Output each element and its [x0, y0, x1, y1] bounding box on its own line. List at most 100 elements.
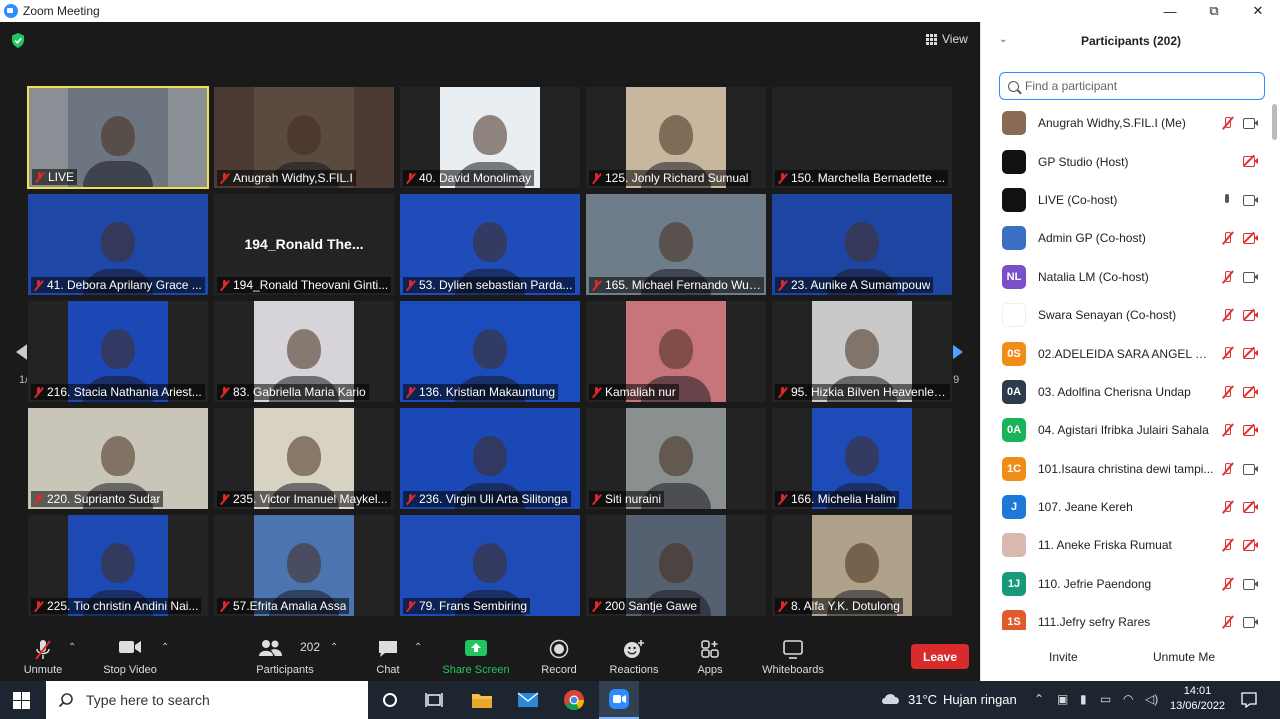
participant-row[interactable]: 0A 03. Adolfina Cherisna Undap — [981, 373, 1271, 411]
task-view-icon[interactable] — [414, 681, 454, 719]
stop-video-label: Stop Video — [103, 664, 157, 676]
video-tile[interactable]: Siti nuraini — [585, 407, 767, 510]
avatar: 1S — [1002, 610, 1026, 630]
tile-participant-name: Siti nuraini — [605, 492, 662, 506]
video-options-caret-icon[interactable]: ⌃ — [161, 642, 169, 653]
video-tile[interactable]: 235. Victor Imanuel Maykel... — [213, 407, 395, 510]
whiteboards-button[interactable]: Whiteboards — [756, 632, 830, 681]
whiteboards-label: Whiteboards — [762, 664, 824, 676]
close-button[interactable]: ✕ — [1236, 0, 1280, 22]
volume-icon[interactable]: ◁) — [1145, 692, 1158, 706]
view-button[interactable]: View — [926, 32, 968, 46]
wifi-icon[interactable]: ◠ — [1123, 692, 1133, 706]
stop-video-button[interactable]: Stop Video — [98, 632, 162, 681]
participant-row[interactable]: 1C 101.Isaura christina dewi tampi... — [981, 450, 1271, 488]
cortana-circle-icon[interactable] — [370, 681, 410, 719]
battery-icon[interactable]: ▭ — [1100, 692, 1111, 706]
muted-mic-icon — [592, 172, 601, 184]
video-tile[interactable]: 79. Frans Sembiring — [399, 514, 581, 617]
restore-button[interactable]: ⧉ — [1192, 0, 1236, 22]
invite-button[interactable]: Invite — [1049, 650, 1078, 664]
reactions-button[interactable]: Reactions — [606, 632, 662, 681]
participant-row[interactable]: 0A 04. Agistari Ifribka Julairi Sahala — [981, 411, 1271, 449]
video-tile[interactable]: 225. Tio christin Andini Nai... — [27, 514, 209, 617]
participant-search-box[interactable] — [999, 72, 1265, 100]
video-tile[interactable]: Anugrah Widhy,S.FIL.I — [213, 86, 395, 189]
taskbar-search-box[interactable] — [46, 681, 368, 719]
video-tile[interactable]: 40. David Monolimay — [399, 86, 581, 189]
participant-row[interactable]: NL Natalia LM (Co-host) — [981, 258, 1271, 296]
windows-start-icon[interactable] — [13, 692, 30, 709]
file-explorer-icon[interactable] — [462, 681, 502, 719]
video-tile[interactable]: Kamaliah nur — [585, 300, 767, 403]
participant-search-input[interactable] — [1025, 79, 1245, 93]
video-tile[interactable]: 23. Aunike A Sumampouw — [771, 193, 953, 296]
tile-display-name: 194_Ronald The... — [244, 236, 364, 252]
participant-row[interactable]: J 107. Jeane Kereh — [981, 488, 1271, 526]
security-shield-icon[interactable] — [11, 33, 25, 48]
participants-options-caret-icon[interactable]: ⌃ — [330, 642, 338, 653]
video-tile[interactable]: 41. Debora Aprilany Grace ... — [27, 193, 209, 296]
weather-widget[interactable]: 31°C Hujan ringan — [880, 691, 1017, 707]
participants-button[interactable]: 202 Participants — [253, 632, 320, 681]
zoom-logo-icon — [4, 4, 18, 18]
video-tile[interactable]: 216. Stacia Nathania Ariest... — [27, 300, 209, 403]
muted-mic-icon — [592, 386, 601, 398]
chrome-browser-icon[interactable] — [554, 681, 594, 719]
participant-row[interactable]: Admin GP (Co-host) — [981, 219, 1271, 257]
taskbar-clock[interactable]: 14:01 13/06/2022 — [1170, 684, 1225, 714]
video-tile[interactable]: 57.Efrita Amalia Assa — [213, 514, 395, 617]
tray-network-device-icon[interactable]: ▣ — [1057, 692, 1068, 706]
video-tile[interactable]: 136. Kristian Makauntung — [399, 300, 581, 403]
mail-icon[interactable] — [508, 681, 548, 719]
tile-participant-name: 79. Frans Sembiring — [419, 599, 528, 613]
unmute-button[interactable]: Unmute — [18, 632, 68, 681]
video-tile[interactable]: 236. Virgin Uli Arta Silitonga — [399, 407, 581, 510]
share-screen-label: Share Screen — [442, 664, 510, 676]
video-tile[interactable]: 125. Jonly Richard Sumual — [585, 86, 767, 189]
video-tile[interactable]: 165. Michael Fernando Wui... — [585, 193, 767, 296]
video-tile[interactable]: 83. Gabriella Maria Kario — [213, 300, 395, 403]
muted-mic-icon — [1221, 231, 1233, 245]
participant-video — [68, 88, 168, 187]
participant-row[interactable]: 0S 02.ADELEIDA SARA ANGEL MA... — [981, 334, 1271, 372]
video-tile[interactable]: 150. Marchella Bernadette ... — [771, 86, 953, 189]
muted-mic-icon — [1221, 423, 1233, 437]
video-tile[interactable]: 220. Suprianto Sudar — [27, 407, 209, 510]
record-button[interactable]: Record — [533, 632, 585, 681]
participant-row[interactable]: Swara Senayan (Co-host) — [981, 296, 1271, 334]
tray-chevron-icon[interactable]: ⌃ — [1034, 692, 1044, 706]
reactions-smiley-icon — [624, 640, 644, 658]
share-screen-button[interactable]: Share Screen — [440, 632, 512, 681]
chat-button[interactable]: Chat — [366, 632, 410, 681]
taskbar-search-input[interactable] — [86, 692, 346, 708]
video-tile[interactable]: 194_Ronald The... 194_Ronald Theovani Gin… — [213, 193, 395, 296]
tray-usb-icon[interactable]: ▮ — [1080, 692, 1087, 706]
video-tile[interactable]: 95. Hizkia Bilven Heavenley... — [771, 300, 953, 403]
zoom-taskbar-icon[interactable] — [599, 681, 639, 719]
video-tile[interactable]: 200 Santje Gawe — [585, 514, 767, 617]
participant-row[interactable]: GP Studio (Host) — [981, 142, 1271, 180]
participant-row[interactable]: LIVE (Co-host) — [981, 181, 1271, 219]
participant-row[interactable]: 1S 111.Jefry sefry Rares — [981, 603, 1271, 630]
leave-button[interactable]: Leave — [911, 644, 969, 669]
participant-row[interactable]: Anugrah Widhy,S.FIL.I (Me) — [981, 104, 1271, 142]
minimize-button[interactable]: — — [1148, 0, 1192, 22]
notification-center-icon[interactable] — [1240, 691, 1258, 709]
apps-button[interactable]: Apps — [690, 632, 730, 681]
muted-mic-icon — [778, 386, 787, 398]
video-tile[interactable]: 53. Dylien sebastian Parda... — [399, 193, 581, 296]
video-tile[interactable]: LIVE — [27, 86, 209, 189]
video-tile[interactable]: 8. Alfa Y.K. Dotulong — [771, 514, 953, 617]
video-tile[interactable]: 166. Michelia Halim — [771, 407, 953, 510]
participant-row[interactable]: 1J 110. Jefrie Paendong — [981, 565, 1271, 603]
participant-list-scrollbar[interactable] — [1272, 104, 1277, 140]
avatar: 0S — [1002, 341, 1026, 366]
chat-options-caret-icon[interactable]: ⌃ — [414, 642, 422, 653]
participant-silhouette — [845, 543, 879, 584]
participant-row[interactable]: 11. Aneke Friska Rumuat — [981, 526, 1271, 564]
tile-participant-name: 236. Virgin Uli Arta Silitonga — [419, 492, 568, 506]
audio-options-caret-icon[interactable]: ⌃ — [68, 642, 76, 653]
unmute-me-button[interactable]: Unmute Me — [1153, 650, 1215, 664]
tile-name-bar: 83. Gabriella Maria Kario — [217, 384, 369, 400]
